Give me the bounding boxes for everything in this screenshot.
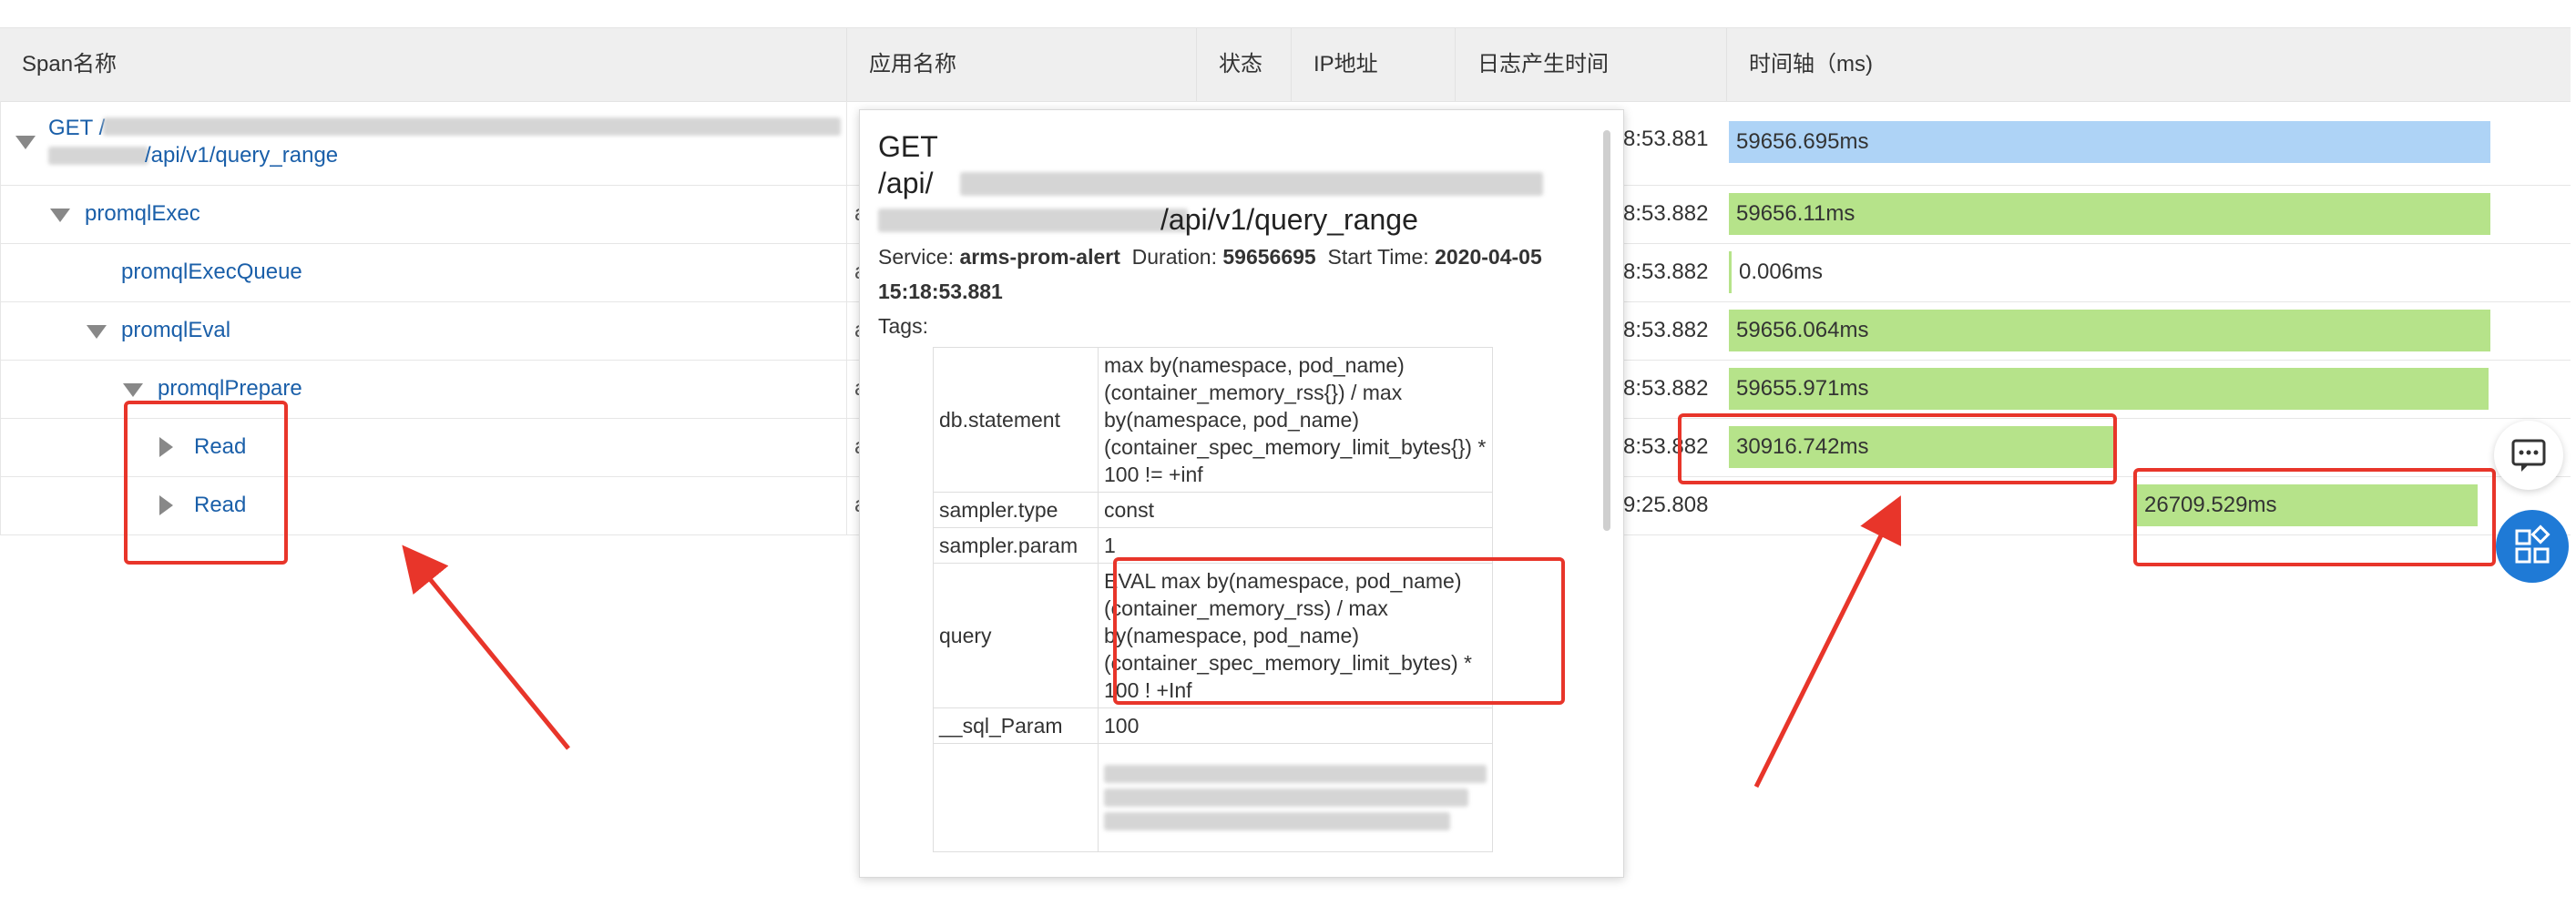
chat-icon [2511,439,2546,472]
arrow-to-read-bars [1753,495,1902,789]
chat-button[interactable] [2494,421,2563,490]
arrow-to-read-rows [402,545,570,750]
apps-button[interactable] [2496,510,2569,583]
apps-grid-icon [2515,524,2550,564]
annotation-arrows [402,495,1902,789]
